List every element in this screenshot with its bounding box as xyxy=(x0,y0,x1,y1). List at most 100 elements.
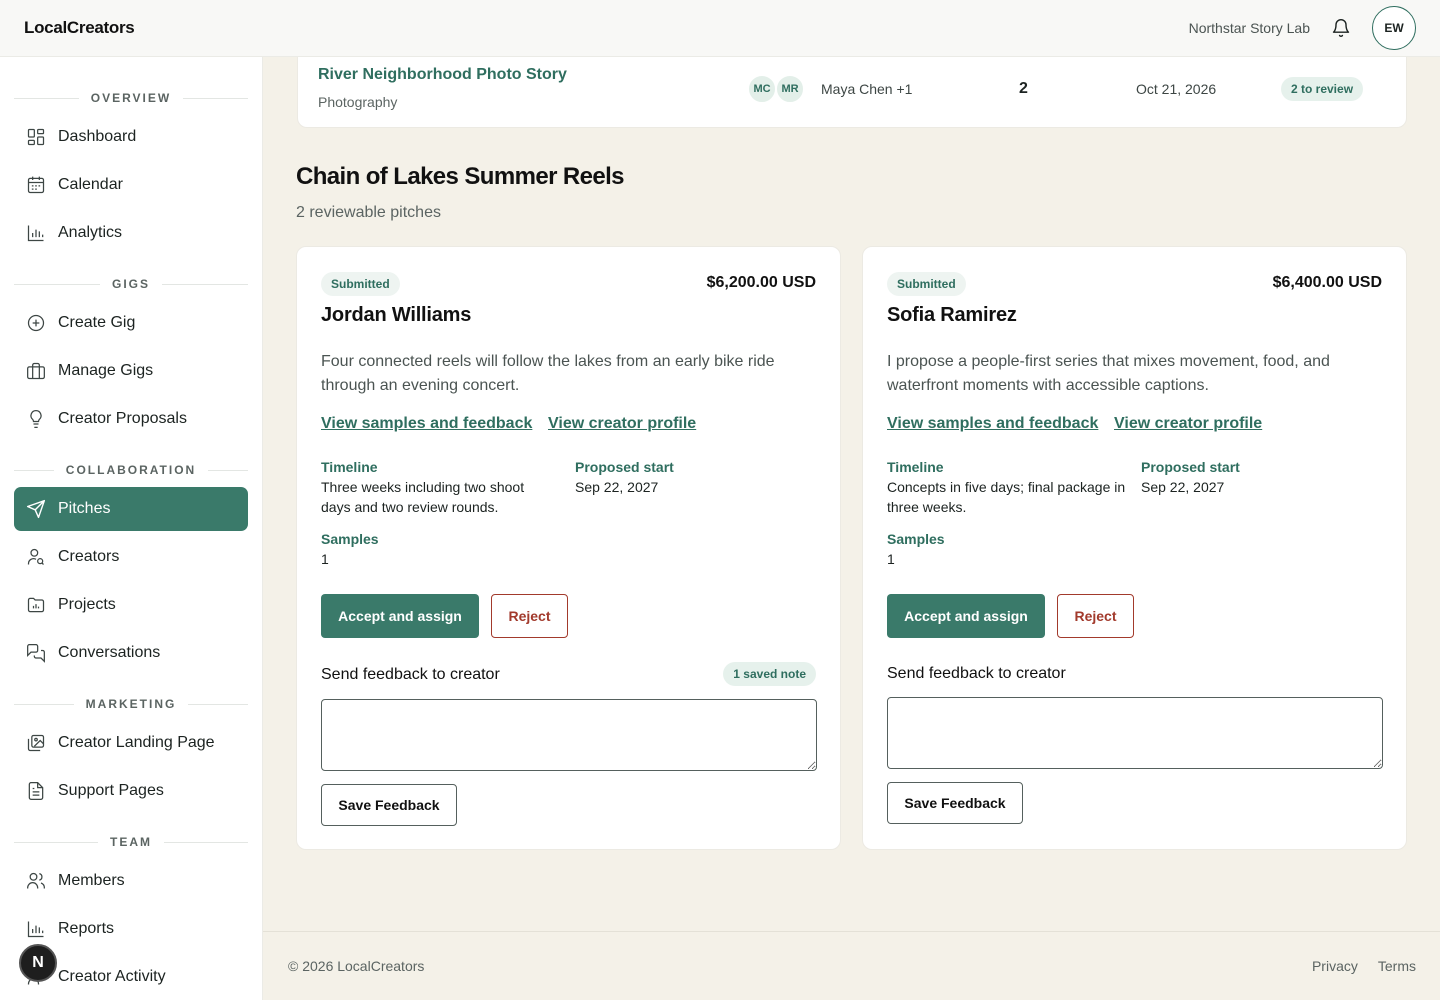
sidebar-item-pitches[interactable]: Pitches xyxy=(14,487,248,531)
status-badge: Submitted xyxy=(887,272,966,296)
sidebar-item-projects[interactable]: Projects xyxy=(14,583,248,627)
samples-label: Samples xyxy=(887,531,945,547)
sidebar-item-creator-landing-page[interactable]: Creator Landing Page xyxy=(14,721,248,765)
save-feedback-button[interactable]: Save Feedback xyxy=(887,782,1023,824)
view-profile-link[interactable]: View creator profile xyxy=(1114,415,1262,433)
status-badge: Submitted xyxy=(321,272,400,296)
view-samples-link[interactable]: View samples and feedback xyxy=(321,415,532,433)
terms-link[interactable]: Terms xyxy=(1378,958,1416,974)
samples-label: Samples xyxy=(321,531,379,547)
samples-value: 1 xyxy=(321,551,329,567)
sidebar-item-calendar[interactable]: Calendar xyxy=(14,163,248,207)
sidebar-item-label: Support Pages xyxy=(58,782,164,799)
project-row[interactable]: River Neighborhood Photo Story Photograp… xyxy=(297,51,1407,128)
sidebar-item-reports[interactable]: Reports xyxy=(14,907,248,951)
section-overview: OVERVIEW xyxy=(14,91,248,105)
lightbulb-icon xyxy=(30,410,42,428)
sidebar-item-creators[interactable]: Creators xyxy=(14,535,248,579)
sidebar-item-members[interactable]: Members xyxy=(14,859,248,903)
feedback-textarea[interactable] xyxy=(321,699,817,771)
chat-icon xyxy=(27,644,45,663)
feedback-label: Send feedback to creator xyxy=(321,666,500,683)
sidebar-item-analytics[interactable]: Analytics xyxy=(14,211,248,255)
creator-name: Jordan Williams xyxy=(321,304,472,326)
bar-chart-icon xyxy=(27,921,44,938)
accept-and-assign-button[interactable]: Accept and assign xyxy=(887,594,1045,638)
pitch-card: Submitted $6,200.00 USD Jordan Williams … xyxy=(296,246,841,850)
save-feedback-button[interactable]: Save Feedback xyxy=(321,784,457,826)
bell-icon[interactable] xyxy=(1330,17,1352,39)
proposed-start-label: Proposed start xyxy=(1141,459,1240,475)
send-icon xyxy=(26,499,46,519)
sidebar-item-label: Calendar xyxy=(58,176,123,193)
pitch-card: Submitted $6,400.00 USD Sofia Ramirez I … xyxy=(862,246,1407,850)
feedback-label: Send feedback to creator xyxy=(887,665,1066,682)
sidebar-item-label: Creator Landing Page xyxy=(58,734,215,751)
floating-n-badge[interactable]: N xyxy=(19,944,57,982)
sidebar-item-label: Creator Proposals xyxy=(58,410,187,427)
reject-button[interactable]: Reject xyxy=(491,594,568,638)
sidebar-item-label: Members xyxy=(58,872,125,889)
timeline-value: Concepts in five days; final package in … xyxy=(887,479,1126,515)
project-members: Maya Chen +1 xyxy=(821,81,913,97)
timeline-label: Timeline xyxy=(887,459,944,475)
sidebar-item-creator-proposals[interactable]: Creator Proposals xyxy=(14,397,248,441)
footer-links: Privacy Terms xyxy=(1312,958,1416,974)
organization-name[interactable]: Northstar Story Lab xyxy=(1189,20,1310,36)
section-team: TEAM xyxy=(14,835,248,849)
timeline-label: Timeline xyxy=(321,459,378,475)
sidebar: OVERVIEW Dashboard Calendar Analytics GI… xyxy=(0,57,263,1000)
footer: © 2026 LocalCreators Privacy Terms xyxy=(263,931,1440,1000)
users-icon xyxy=(27,872,45,889)
project-date: Oct 21, 2026 xyxy=(1136,81,1217,97)
sidebar-item-support-pages[interactable]: Support Pages xyxy=(14,769,248,813)
sidebar-item-label: Creator Activity xyxy=(58,968,166,985)
view-profile-link[interactable]: View creator profile xyxy=(548,415,696,433)
brand-logo[interactable]: LocalCreators xyxy=(24,18,135,38)
avatar: MC xyxy=(747,74,777,104)
document-icon xyxy=(28,782,44,800)
main-content: River Neighborhood Photo Story Photograp… xyxy=(263,51,1440,1000)
pitch-description: I propose a people-first series that mix… xyxy=(887,353,1330,394)
bar-chart-icon xyxy=(27,225,44,242)
calendar-icon xyxy=(27,176,45,194)
pitch-amount: $6,400.00 USD xyxy=(1272,274,1382,291)
copyright-text: © 2026 LocalCreators xyxy=(288,958,425,974)
sidebar-item-label: Pitches xyxy=(58,500,111,517)
saved-note-badge: 1 saved note xyxy=(723,662,816,686)
sidebar-item-create-gig[interactable]: Create Gig xyxy=(14,301,248,345)
project-title[interactable]: River Neighborhood Photo Story xyxy=(318,66,567,84)
sidebar-item-label: Conversations xyxy=(58,644,161,661)
view-samples-link[interactable]: View samples and feedback xyxy=(887,415,1098,433)
sidebar-item-dashboard[interactable]: Dashboard xyxy=(14,115,248,159)
sidebar-item-label: Create Gig xyxy=(58,314,136,331)
sidebar-item-conversations[interactable]: Conversations xyxy=(14,631,248,675)
sidebar-item-label: Analytics xyxy=(58,224,123,241)
project-pitch-count: 2 xyxy=(1019,80,1028,97)
sidebar-item-label: Projects xyxy=(58,596,116,613)
plus-circle-icon xyxy=(27,314,45,332)
grid-icon xyxy=(27,128,45,146)
section-collaboration: COLLABORATION xyxy=(14,463,248,477)
sidebar-item-label: Dashboard xyxy=(58,128,137,145)
reject-button[interactable]: Reject xyxy=(1057,594,1134,638)
avatar: MR xyxy=(775,74,805,104)
feedback-textarea[interactable] xyxy=(887,697,1383,769)
top-bar-right: Northstar Story Lab EW xyxy=(1189,6,1416,50)
proposed-start-label: Proposed start xyxy=(575,459,674,475)
sidebar-item-manage-gigs[interactable]: Manage Gigs xyxy=(14,349,248,393)
proposed-start-value: Sep 22, 2027 xyxy=(575,479,659,495)
pitch-amount: $6,200.00 USD xyxy=(706,274,816,291)
briefcase-icon xyxy=(27,362,45,380)
proposed-start-value: Sep 22, 2027 xyxy=(1141,479,1225,495)
privacy-link[interactable]: Privacy xyxy=(1312,958,1358,974)
sidebar-item-label: Reports xyxy=(58,920,115,937)
project-category: Photography xyxy=(318,94,398,110)
section-marketing: MARKETING xyxy=(14,697,248,711)
user-avatar[interactable]: EW xyxy=(1372,6,1416,50)
accept-and-assign-button[interactable]: Accept and assign xyxy=(321,594,479,638)
samples-value: 1 xyxy=(887,551,895,567)
folder-chart-icon xyxy=(27,597,45,613)
sidebar-item-label: Creators xyxy=(58,548,120,565)
creator-name: Sofia Ramirez xyxy=(887,304,1017,326)
